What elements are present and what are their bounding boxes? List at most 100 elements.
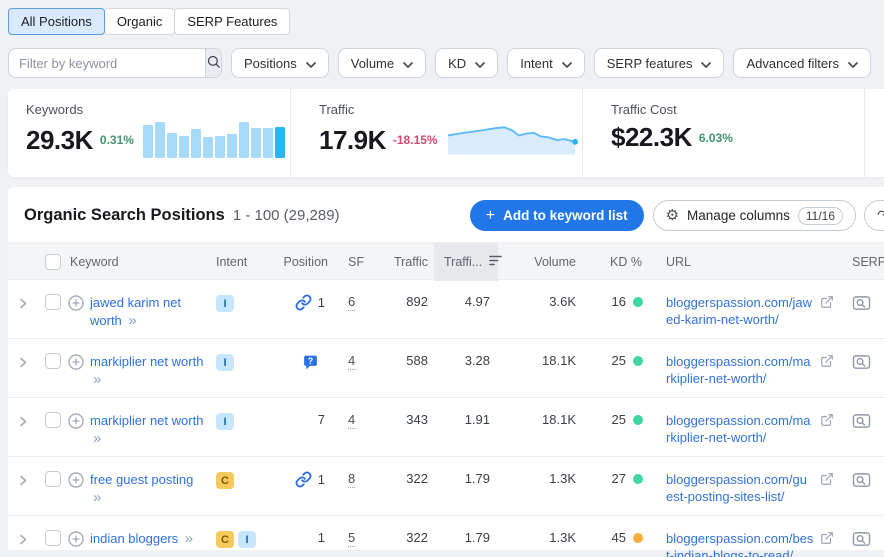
keyword-link-text: markiplier net worth bbox=[90, 354, 203, 369]
stat-keywords-change: 0.31% bbox=[100, 133, 134, 147]
traffic-value: 588 bbox=[374, 353, 434, 368]
row-checkbox[interactable] bbox=[45, 471, 61, 487]
traffic-pct-value: 1.79 bbox=[434, 530, 498, 545]
open-keyword-icon[interactable]: » bbox=[93, 430, 101, 447]
intent-badge-c[interactable]: C bbox=[216, 531, 234, 548]
stat-extra-section bbox=[865, 89, 884, 177]
kd-level-dot bbox=[633, 356, 643, 366]
intent-badge-c[interactable]: C bbox=[216, 472, 234, 489]
tab-organic[interactable]: Organic bbox=[104, 8, 176, 35]
expand-row-icon[interactable] bbox=[18, 474, 28, 489]
serp-preview-icon[interactable] bbox=[852, 418, 871, 433]
url-link[interactable]: bloggerspassion.com/markiplier-net-worth… bbox=[666, 412, 814, 446]
expand-row-icon[interactable] bbox=[18, 415, 28, 430]
external-link-icon[interactable] bbox=[820, 531, 834, 548]
stat-traffic-cost-change: 6.03% bbox=[699, 131, 733, 145]
header-sf[interactable]: SF bbox=[334, 255, 374, 269]
position-link-icon bbox=[295, 471, 312, 488]
expand-row-icon[interactable] bbox=[18, 297, 28, 312]
position-link-icon bbox=[295, 294, 312, 311]
traffic-value: 343 bbox=[374, 412, 434, 427]
keyword-link-text: indian bloggers bbox=[90, 531, 182, 546]
header-position[interactable]: Position bbox=[258, 255, 334, 269]
filter-dropdown-serp-features[interactable]: SERP features bbox=[594, 48, 725, 78]
add-to-keyword-list-button[interactable]: + Add to keyword list bbox=[470, 200, 644, 231]
external-link-icon[interactable] bbox=[820, 354, 834, 371]
row-checkbox[interactable] bbox=[45, 412, 61, 428]
traffic-pct-value: 1.91 bbox=[434, 412, 498, 427]
header-intent[interactable]: Intent bbox=[214, 255, 258, 269]
spark-bar bbox=[167, 133, 177, 158]
header-traffic[interactable]: Traffic bbox=[374, 255, 434, 269]
header-keyword[interactable]: Keyword bbox=[68, 255, 214, 269]
serp-features-count[interactable]: 4 bbox=[348, 412, 355, 429]
keyword-link[interactable]: jawed karim net worth » bbox=[90, 294, 206, 330]
table-row: markiplier net worth » I 7 4 343 1.91 18… bbox=[8, 398, 884, 457]
add-keyword-icon[interactable] bbox=[68, 413, 84, 432]
intent-badge-i[interactable]: I bbox=[216, 295, 234, 312]
keyword-link[interactable]: markiplier net worth » bbox=[90, 412, 206, 448]
keyword-link[interactable]: free guest posting » bbox=[90, 471, 206, 507]
header-kd[interactable]: KD % bbox=[582, 255, 654, 269]
expand-row-icon[interactable] bbox=[18, 533, 28, 548]
add-keyword-icon[interactable] bbox=[68, 354, 84, 373]
external-link-icon[interactable] bbox=[820, 413, 834, 430]
serp-features-count[interactable]: 6 bbox=[348, 294, 355, 311]
filter-dropdown-advanced-filters[interactable]: Advanced filters bbox=[733, 48, 871, 78]
intent-badge-i[interactable]: I bbox=[238, 531, 256, 548]
traffic-pct-value: 4.97 bbox=[434, 294, 498, 309]
serp-preview-icon[interactable] bbox=[852, 536, 871, 551]
row-checkbox[interactable] bbox=[45, 530, 61, 546]
filter-dropdown-positions[interactable]: Positions bbox=[231, 48, 329, 78]
external-link-icon[interactable] bbox=[820, 472, 834, 489]
serp-features-count[interactable]: 4 bbox=[348, 353, 355, 370]
table-row: free guest posting » C 1 8 322 1.79 1.3K… bbox=[8, 457, 884, 516]
url-link[interactable]: bloggerspassion.com/guest-posting-sites-… bbox=[666, 471, 814, 505]
select-all-checkbox[interactable] bbox=[45, 254, 61, 270]
intent-badge-i[interactable]: I bbox=[216, 354, 234, 371]
export-button[interactable]: ↷ bbox=[864, 200, 884, 231]
stat-traffic-cost: Traffic Cost $22.3K 6.03% bbox=[583, 89, 865, 177]
add-keyword-icon[interactable] bbox=[68, 531, 84, 550]
external-link-icon[interactable] bbox=[820, 295, 834, 312]
table-row: markiplier net worth » I ? 4 588 3.28 18… bbox=[8, 339, 884, 398]
filter-dropdown-intent[interactable]: Intent bbox=[507, 48, 585, 78]
serp-preview-icon[interactable] bbox=[852, 359, 871, 374]
add-keyword-icon[interactable] bbox=[68, 295, 84, 314]
row-checkbox[interactable] bbox=[45, 294, 61, 310]
url-link[interactable]: bloggerspassion.com/markiplier-net-worth… bbox=[666, 353, 814, 387]
keyword-link[interactable]: markiplier net worth » bbox=[90, 353, 206, 389]
serp-features-count[interactable]: 8 bbox=[348, 471, 355, 488]
manage-columns-button[interactable]: ⚙ Manage columns 11/16 bbox=[653, 200, 856, 231]
url-link[interactable]: bloggerspassion.com/best-indian-blogs-to… bbox=[666, 530, 814, 557]
chevron-down-icon bbox=[562, 56, 572, 71]
open-keyword-icon[interactable]: » bbox=[93, 371, 101, 388]
table-row: indian bloggers » CI 1 5 322 1.79 1.3K 4… bbox=[8, 516, 884, 557]
serp-features-count[interactable]: 5 bbox=[348, 530, 355, 547]
header-url[interactable]: URL bbox=[654, 255, 838, 269]
keyword-filter-input[interactable] bbox=[9, 49, 205, 77]
keyword-link[interactable]: indian bloggers » bbox=[90, 530, 206, 548]
open-keyword-icon[interactable]: » bbox=[93, 489, 101, 506]
position-value: 1 bbox=[318, 295, 325, 310]
tab-serp-features[interactable]: SERP Features bbox=[174, 8, 290, 35]
spark-bar bbox=[263, 128, 273, 158]
gear-icon: ⚙ bbox=[666, 208, 679, 223]
panel-title: Organic Search Positions bbox=[24, 206, 225, 225]
filter-dropdown-kd[interactable]: KD bbox=[435, 48, 498, 78]
open-keyword-icon[interactable]: » bbox=[128, 312, 136, 329]
serp-preview-icon[interactable] bbox=[852, 300, 871, 315]
header-volume[interactable]: Volume bbox=[498, 255, 582, 269]
intent-badge-i[interactable]: I bbox=[216, 413, 234, 430]
spark-bar bbox=[215, 136, 225, 158]
url-link[interactable]: bloggerspassion.com/jawed-karim-net-wort… bbox=[666, 294, 814, 328]
serp-preview-icon[interactable] bbox=[852, 477, 871, 492]
header-traffic-pct[interactable]: Traffi... bbox=[434, 243, 498, 281]
add-keyword-icon[interactable] bbox=[68, 472, 84, 491]
expand-row-icon[interactable] bbox=[18, 356, 28, 371]
filter-dropdown-volume[interactable]: Volume bbox=[338, 48, 426, 78]
tab-all-positions[interactable]: All Positions bbox=[8, 8, 105, 35]
open-keyword-icon[interactable]: » bbox=[185, 530, 193, 547]
row-checkbox[interactable] bbox=[45, 353, 61, 369]
search-button[interactable] bbox=[205, 49, 221, 77]
